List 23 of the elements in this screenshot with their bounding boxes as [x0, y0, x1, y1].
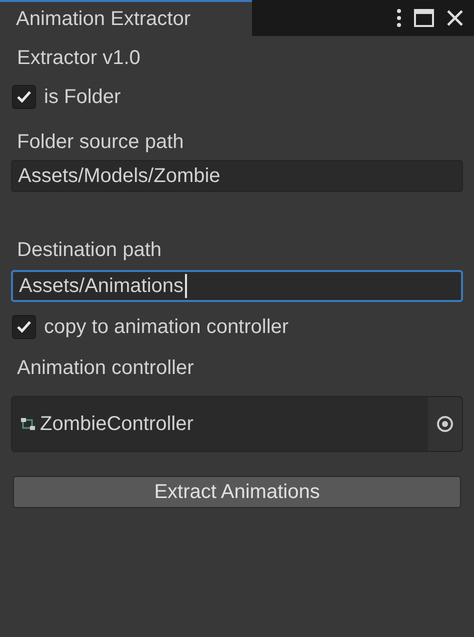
window-tab[interactable]: Animation Extractor	[0, 0, 252, 36]
check-icon	[16, 90, 32, 104]
more-options-icon[interactable]	[396, 8, 402, 28]
object-field[interactable]: ZombieController	[11, 396, 463, 452]
target-icon	[436, 415, 454, 433]
checkbox-label: copy to animation controller	[44, 315, 289, 340]
object-picker-button[interactable]	[428, 397, 462, 451]
field-label: Animation controller	[17, 356, 195, 381]
maximize-icon[interactable]	[414, 9, 434, 27]
close-icon[interactable]	[446, 9, 464, 27]
check-icon	[16, 320, 32, 334]
field-label: Folder source path	[17, 130, 185, 155]
object-field-value: ZombieController	[40, 412, 194, 437]
checkbox[interactable]	[12, 85, 36, 109]
checkbox-label: is Folder	[44, 85, 121, 110]
controller-icon	[20, 416, 36, 432]
text-field[interactable]: Assets/Animations	[11, 270, 463, 302]
checkbox[interactable]	[12, 315, 36, 339]
field-label: Destination path	[17, 238, 163, 263]
text-field[interactable]: Assets/Models/Zombie	[11, 160, 463, 192]
version-label: Extractor v1.0	[17, 46, 142, 71]
extract-button[interactable]: Extract Animations	[13, 476, 461, 508]
text-cursor	[184, 274, 187, 298]
